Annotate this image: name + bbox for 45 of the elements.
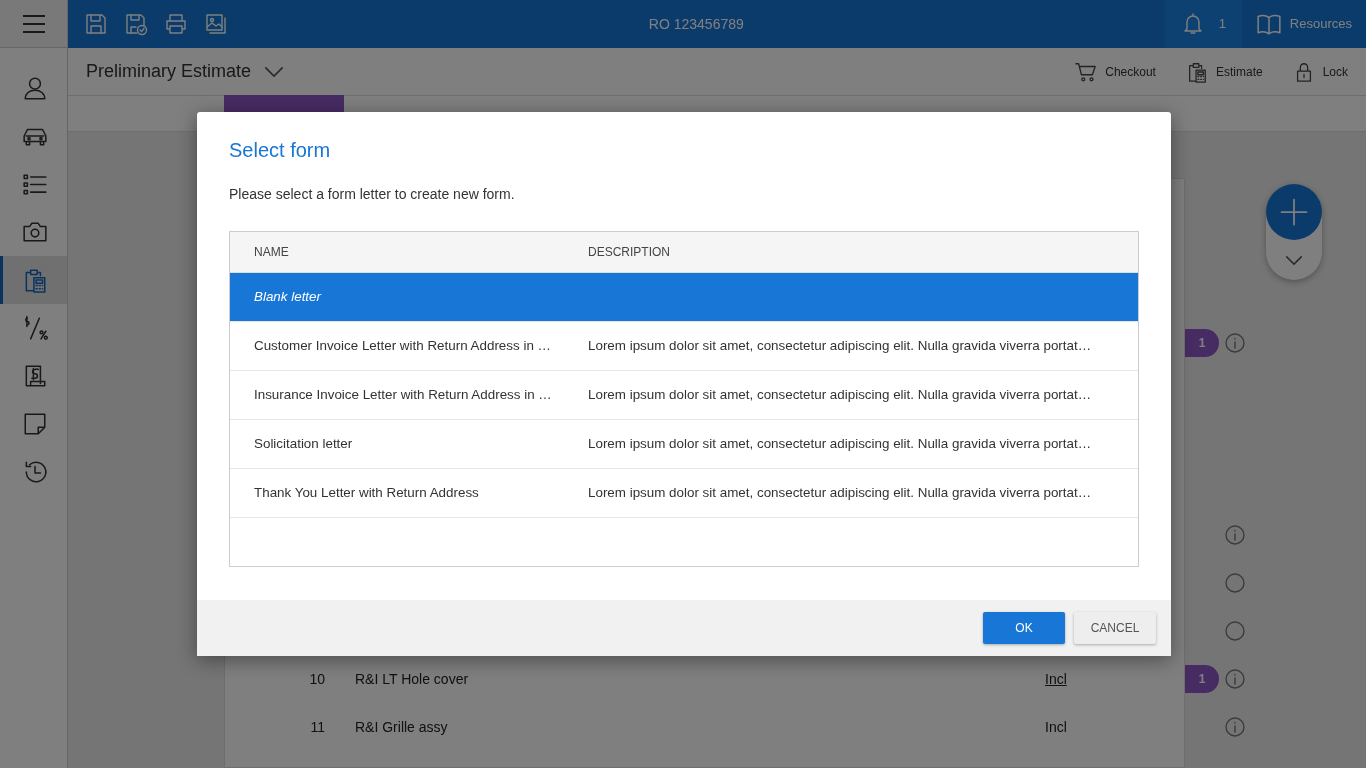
line-number: 11 — [309, 717, 326, 737]
dialog-message: Please select a form letter to create new form. — [229, 185, 516, 204]
dollar-percent-icon — [22, 315, 48, 341]
line-description: R&I LT Hole cover — [355, 669, 470, 689]
cart-icon — [1075, 60, 1098, 83]
resources-button[interactable]: Resources — [1241, 11, 1366, 37]
chevron-down-icon — [1286, 255, 1302, 265]
line-number: 10 — [308, 669, 326, 689]
info-icon[interactable] — [1225, 525, 1245, 545]
form-row[interactable]: Solicitation letter Lorem ipsum dolor sit amet, consectetur adipiscing elit. Nulla gravida viverra portat… — [230, 420, 1138, 469]
toolbar-action[interactable]: Checkout — [1075, 60, 1156, 83]
amount-link[interactable]: Incl — [1045, 668, 1105, 690]
line-amount: Incl — [1045, 717, 1068, 737]
estimate-type-dropdown[interactable]: Preliminary Estimate — [86, 58, 284, 85]
info-icon[interactable] — [1225, 333, 1245, 353]
form-row[interactable]: Blank letter — [230, 273, 1138, 322]
printer-icon[interactable] — [164, 12, 188, 36]
count-badge: 1 — [1185, 665, 1219, 693]
add-button[interactable] — [1266, 184, 1322, 240]
cancel-button[interactable]: CANCEL — [1074, 612, 1156, 644]
circle-icon[interactable] — [1225, 573, 1245, 593]
ro-number-title: RO 123456789 — [647, 14, 745, 34]
toolbar-action[interactable]: Estimate — [1185, 60, 1263, 83]
line-description: R&I Grille assy — [355, 717, 449, 737]
person-icon — [22, 75, 48, 101]
ok-button[interactable]: OK — [983, 612, 1065, 644]
toolbar-action[interactable]: Lock — [1292, 60, 1348, 83]
floppy-disk-check-icon[interactable] — [124, 12, 148, 36]
form-row[interactable]: Insurance Invoice Letter with Return Address in … Lorem ipsum dolor sit amet, consectetur adipiscing elit. Nulla gravida viverra portat… — [230, 371, 1138, 420]
count-badge: 1 — [1185, 329, 1219, 357]
notifications-button[interactable]: 1 — [1164, 0, 1242, 48]
chevron-down-icon — [265, 66, 284, 77]
info-icon[interactable] — [1225, 669, 1245, 689]
form-row[interactable]: Customer Invoice Letter with Return Address in … Lorem ipsum dolor sit amet, consectetur adipiscing elit. Nulla gravida viverra portat… — [230, 322, 1138, 371]
form-row[interactable]: Thank You Letter with Return Address Lorem ipsum dolor sit amet, consectetur adipiscing elit. Nulla gravida viverra portat… — [230, 469, 1138, 518]
sticky-note-icon — [22, 411, 48, 437]
column-header: NAME — [253, 244, 290, 261]
menu-icon[interactable] — [21, 14, 46, 33]
plus-icon — [1279, 197, 1309, 227]
dialog-title: Select form — [229, 138, 332, 162]
column-header: DESCRIPTION — [587, 244, 671, 261]
info-icon[interactable] — [1225, 717, 1245, 737]
sidebar-item[interactable] — [0, 256, 67, 304]
image-stack-icon[interactable] — [204, 12, 228, 36]
circle-icon[interactable] — [1225, 621, 1245, 641]
